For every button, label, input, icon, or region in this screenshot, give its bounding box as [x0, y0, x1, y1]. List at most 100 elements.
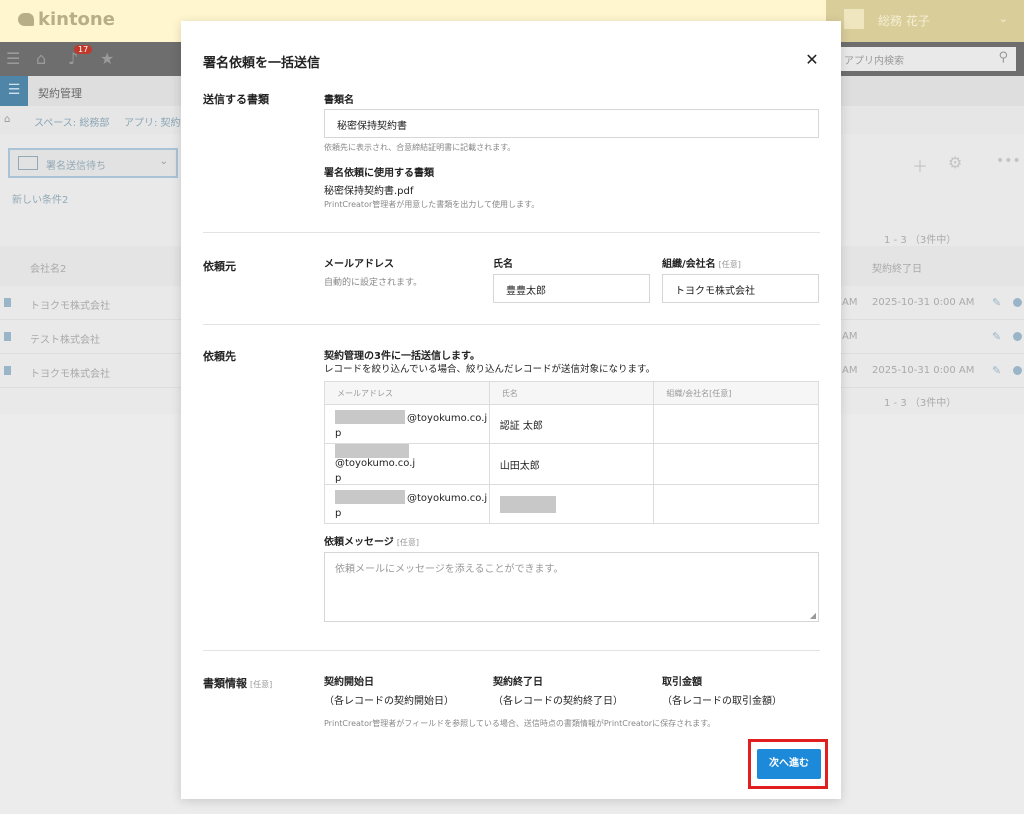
column-email: メールアドレス: [324, 381, 490, 405]
section-document-label: 送信する書類: [203, 93, 269, 106]
recipient-name: 認証 太郎: [488, 404, 655, 444]
gear-icon[interactable]: ⚙: [948, 153, 962, 172]
close-icon[interactable]: ✕: [801, 49, 823, 71]
sender-name-label: 氏名: [493, 259, 513, 270]
start-date-value: （各レコードの契約開始日）: [324, 696, 454, 707]
breadcrumb-space[interactable]: スペース: 総務部: [34, 114, 109, 129]
recipients-header-row: メールアドレス 氏名 組織/会社名[任意]: [324, 381, 819, 405]
recipients-note-2: レコードを絞り込んでいる場合、絞り込んだレコードが送信対象になります。: [324, 364, 656, 375]
recipient-org: [653, 404, 819, 444]
email-domain: @toyokumo.co.j: [407, 412, 488, 424]
record-detail-icon[interactable]: [4, 298, 11, 307]
home-crumb-icon[interactable]: ⌂: [4, 114, 10, 125]
pager-bottom: 1 - 3 （3件中）: [884, 398, 957, 409]
user-name: 総務 花子: [878, 14, 930, 28]
resize-handle-icon[interactable]: ◢: [810, 611, 816, 620]
redacted-block: [335, 444, 409, 458]
row-time-fragment: AM: [842, 297, 858, 308]
sender-email-label: メールアドレス: [324, 259, 394, 270]
dialog-title: 署名依頼を一括送信: [203, 56, 321, 71]
sender-org-label-text: 組織/会社名: [662, 259, 716, 270]
recipients-table: メールアドレス 氏名 組織/会社名[任意] @toyokumo.co.j p 認証…: [324, 381, 819, 524]
start-date-label: 契約開始日: [324, 677, 374, 688]
optional-tag: [任意]: [396, 538, 420, 547]
used-doc-help: PrintCreator管理者が用意した書類を出力して使用します。: [324, 200, 540, 209]
filter-name[interactable]: 新しい条件2: [12, 191, 68, 206]
view-name: 署名送信待ち: [46, 161, 106, 172]
list-view-icon: [18, 156, 38, 170]
app-list-icon[interactable]: ☰: [0, 76, 28, 106]
recipient-org: [653, 484, 819, 524]
edit-icon[interactable]: ✎: [992, 296, 1001, 309]
column-name: 氏名: [488, 381, 655, 405]
user-menu[interactable]: 総務 花子 ⌄: [826, 0, 1024, 42]
message-label: 依頼メッセージ [任意]: [324, 533, 419, 548]
doc-name-label: 書類名: [324, 95, 354, 106]
record-detail-icon[interactable]: [4, 332, 11, 341]
recipient-email: @toyokumo.co.j p: [324, 443, 490, 485]
add-record-icon[interactable]: ＋: [912, 153, 928, 177]
doc-name-input[interactable]: 秘密保持契約書: [324, 109, 819, 138]
amount-label: 取引金額: [662, 677, 702, 688]
divider: [203, 650, 820, 651]
sender-email-help: 自動的に設定されます。: [324, 278, 423, 288]
redacted-block: [499, 495, 556, 513]
row-end-date: 2025-10-31 0:00 AM: [872, 297, 975, 308]
edit-icon[interactable]: ✎: [992, 364, 1001, 377]
email-domain: @toyokumo.co.j: [335, 458, 416, 469]
doc-name-help: 依頼先に表示され、合意締結証明書に記載されます。: [324, 143, 516, 152]
message-label-text: 依頼メッセージ: [324, 537, 394, 548]
section-recipients-label: 依頼先: [203, 350, 236, 363]
pager-top: 1 - 3 （3件中）: [884, 235, 957, 246]
redacted-block: [335, 409, 405, 424]
sender-org-label: 組織/会社名 [任意]: [662, 255, 741, 270]
divider: [203, 324, 820, 325]
star-icon[interactable]: ★: [100, 49, 114, 68]
app-search-input[interactable]: アプリ内検索 ⚲: [836, 47, 1016, 71]
email-tail: p: [335, 507, 342, 519]
recipient-org: [653, 443, 819, 485]
email-tail: p: [335, 427, 342, 439]
view-selector[interactable]: 署名送信待ち ⌄: [8, 148, 178, 178]
app-name[interactable]: 契約管理: [38, 85, 82, 101]
row-company: テスト株式会社: [30, 335, 100, 346]
delete-icon[interactable]: [1013, 298, 1022, 307]
delete-icon[interactable]: [1013, 366, 1022, 375]
email-tail: p: [335, 473, 342, 484]
sender-org-input[interactable]: トヨクモ株式会社: [662, 274, 819, 303]
column-end-date[interactable]: 契約終了日: [872, 260, 922, 275]
section-sender-label: 依頼元: [203, 260, 236, 273]
column-company[interactable]: 会社名2: [30, 260, 66, 275]
message-textarea[interactable]: 依頼メールにメッセージを添えることができます。 ◢: [324, 552, 819, 622]
section-info-label: 書類情報 [任意]: [203, 675, 272, 691]
sender-name-input[interactable]: 豊豊太郎: [493, 274, 650, 303]
record-detail-icon[interactable]: [4, 366, 11, 375]
end-date-value: （各レコードの契約終了日）: [493, 696, 623, 707]
row-time-fragment: AM: [842, 331, 858, 342]
column-org: 組織/会社名[任意]: [653, 381, 819, 405]
row-company: トヨクモ株式会社: [30, 369, 110, 380]
recipient-name-redacted: [488, 484, 655, 524]
search-placeholder: アプリ内検索: [844, 56, 904, 67]
email-domain: @toyokumo.co.j: [407, 492, 488, 504]
section-info-label-text: 書類情報: [203, 677, 247, 690]
recipients-note-1: 契約管理の3件に一括送信します。: [324, 351, 480, 362]
recipient-email: @toyokumo.co.j p: [324, 484, 490, 524]
row-end-date: 2025-10-31 0:00 AM: [872, 365, 975, 376]
delete-icon[interactable]: [1013, 332, 1022, 341]
more-icon[interactable]: •••: [996, 153, 1021, 169]
optional-tag: [任意]: [250, 680, 273, 689]
notification-badge: 17: [74, 45, 93, 54]
edit-icon[interactable]: ✎: [992, 330, 1001, 343]
kintone-logo[interactable]: kintone: [18, 9, 115, 30]
used-doc-label: 署名依頼に使用する書類: [324, 168, 434, 179]
optional-tag: [任意]: [718, 260, 741, 269]
home-icon[interactable]: ⌂: [36, 49, 46, 68]
next-button[interactable]: 次へ進む: [757, 749, 821, 779]
recipient-email: @toyokumo.co.j p: [324, 404, 490, 444]
search-icon[interactable]: ⚲: [998, 50, 1008, 65]
message-placeholder: 依頼メールにメッセージを添えることができます。: [335, 564, 564, 575]
menu-icon[interactable]: ☰: [6, 49, 20, 68]
table-row: @toyokumo.co.j p 山田太郎: [324, 443, 819, 485]
kintone-logo-icon: [18, 13, 34, 26]
